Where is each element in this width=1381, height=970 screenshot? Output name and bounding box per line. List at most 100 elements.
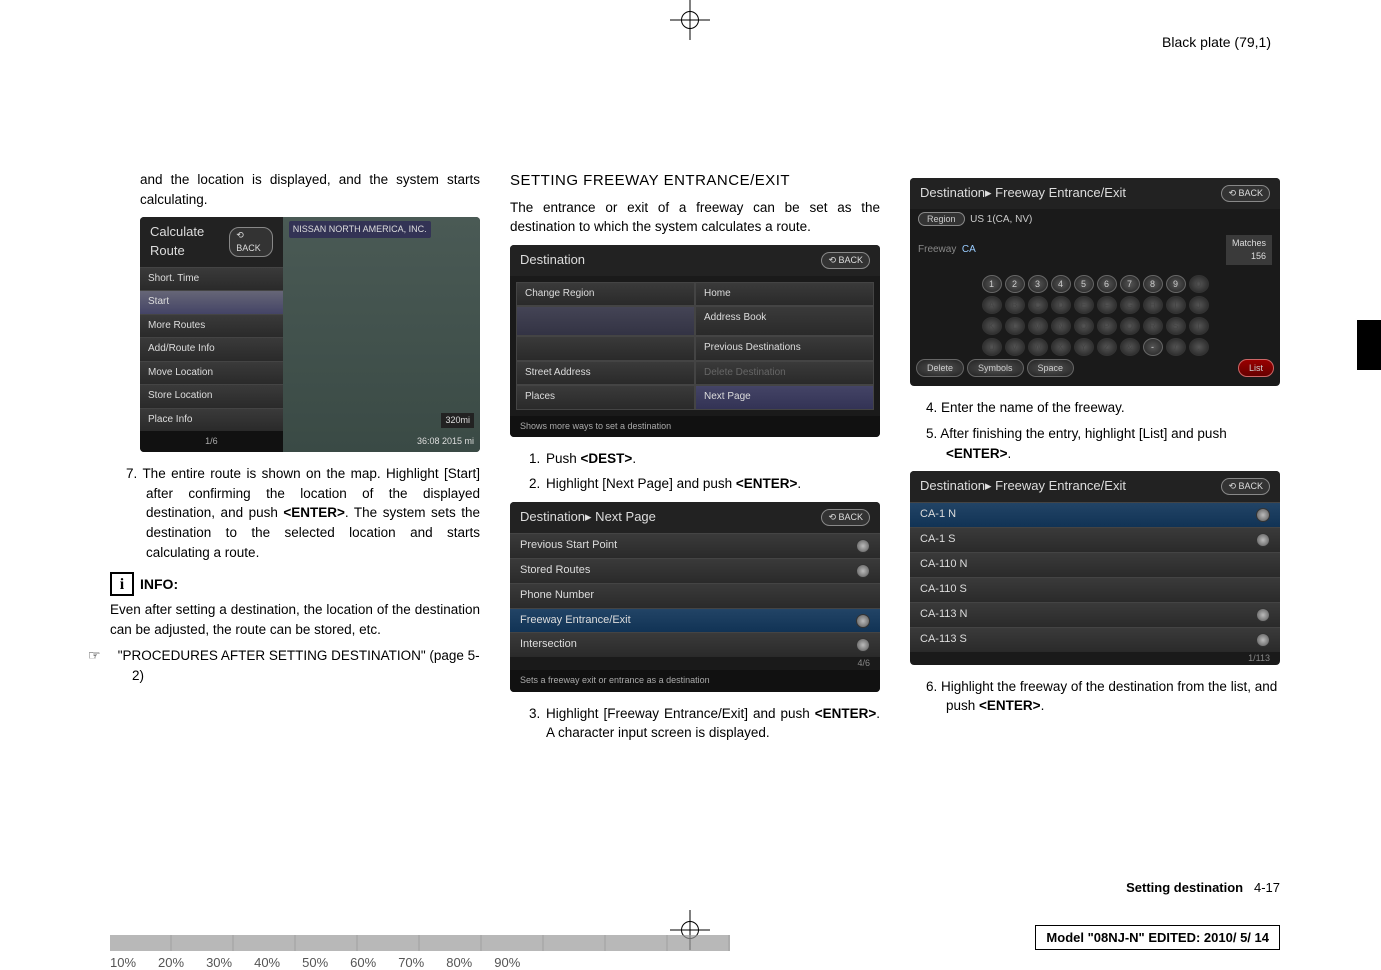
key[interactable]: 5 <box>1074 275 1094 293</box>
step-list: The entire route is shown on the map. Hi… <box>110 464 480 562</box>
nextpage-title: Destination▸ Next Page <box>520 508 656 527</box>
key[interactable]: D <box>1051 296 1071 314</box>
key[interactable]: C <box>1028 296 1048 314</box>
back-button[interactable]: ⟲ BACK <box>1221 185 1270 202</box>
kb-title: Destination▸ Freeway Entrance/Exit <box>920 184 1126 203</box>
key[interactable]: O <box>1074 317 1094 335</box>
key[interactable]: 8 <box>1143 275 1163 293</box>
space-button[interactable]: Space <box>1027 359 1075 377</box>
list-item[interactable]: CA-1 N <box>910 502 1280 527</box>
key[interactable]: 2 <box>1005 275 1025 293</box>
menu-street-address[interactable]: Street Address <box>516 361 695 386</box>
scroll-icon[interactable] <box>856 564 870 578</box>
region-button[interactable]: Region <box>918 212 965 226</box>
key[interactable]: 0 <box>1189 275 1209 293</box>
page-counter: 4/6 <box>510 657 880 670</box>
back-button[interactable]: ⟲ BACK <box>229 227 273 257</box>
registration-mark-top <box>670 0 710 40</box>
key[interactable]: / <box>1166 338 1186 356</box>
key[interactable]: & <box>1120 338 1140 356</box>
list-item[interactable]: Intersection <box>510 632 880 657</box>
calc-item[interactable]: Move Location <box>140 361 283 385</box>
key[interactable]: N <box>1051 317 1071 335</box>
key[interactable]: 9 <box>1166 275 1186 293</box>
key[interactable]: 7 <box>1120 275 1140 293</box>
key[interactable]: G <box>1120 296 1140 314</box>
footer-right: Setting destination 4-17 Model "08NJ-N" … <box>1035 880 1280 950</box>
key[interactable]: W <box>1028 338 1048 356</box>
scroll-down-icon[interactable] <box>1256 633 1270 647</box>
calc-item[interactable]: Place Info <box>140 408 283 432</box>
list-item[interactable]: CA-110 S <box>910 577 1280 602</box>
calc-item[interactable]: More Routes <box>140 314 283 338</box>
key[interactable]: J <box>1189 296 1209 314</box>
scroll-up-icon[interactable] <box>1256 508 1270 522</box>
calc-item[interactable]: Store Location <box>140 384 283 408</box>
key[interactable]: . <box>1189 338 1209 356</box>
col1-intro: and the location is displayed, and the s… <box>110 170 480 209</box>
key[interactable]: M <box>1028 317 1048 335</box>
region-value: US 1(CA, NV) <box>970 214 1032 225</box>
page-number: 4-17 <box>1254 880 1280 895</box>
info-body: Even after setting a destination, the lo… <box>110 600 480 639</box>
key[interactable]: 1 <box>982 275 1002 293</box>
key[interactable]: S <box>1166 317 1186 335</box>
key[interactable]: - <box>1143 338 1163 356</box>
key[interactable]: E <box>1074 296 1094 314</box>
list-item[interactable]: CA-113 S <box>910 627 1280 652</box>
key[interactable]: Y <box>1074 338 1094 356</box>
screenshot-freeway-list: Destination▸ Freeway Entrance/Exit ⟲ BAC… <box>910 471 1280 665</box>
list-button[interactable]: List <box>1238 359 1274 377</box>
back-button[interactable]: ⟲ BACK <box>821 509 870 526</box>
menu-change-region[interactable]: Change Region <box>516 282 695 307</box>
key[interactable]: 6 <box>1097 275 1117 293</box>
list-item-freeway[interactable]: Freeway Entrance/Exit <box>510 608 880 633</box>
back-button[interactable]: ⟲ BACK <box>821 252 870 269</box>
list-item[interactable]: CA-110 N <box>910 552 1280 577</box>
menu-next-page[interactable]: Next Page <box>695 385 874 410</box>
list-item[interactable]: Stored Routes <box>510 558 880 583</box>
key[interactable]: L <box>1005 317 1025 335</box>
list-item[interactable]: CA-113 N <box>910 602 1280 627</box>
key[interactable]: K <box>982 317 1002 335</box>
map-poi-label: NISSAN NORTH AMERICA, INC. <box>289 221 431 238</box>
symbols-button[interactable]: Symbols <box>967 359 1024 377</box>
key[interactable]: F <box>1097 296 1117 314</box>
scroll-icon[interactable] <box>1256 533 1270 547</box>
list-item[interactable]: Previous Start Point <box>510 533 880 558</box>
key[interactable]: U <box>982 338 1002 356</box>
calc-item-start[interactable]: Start <box>140 290 283 314</box>
back-button[interactable]: ⟲ BACK <box>1221 478 1270 495</box>
model-edited: Model "08NJ-N" EDITED: 2010/ 5/ 14 <box>1035 925 1280 950</box>
key[interactable]: R <box>1143 317 1163 335</box>
menu-address-book[interactable]: Address Book <box>695 306 874 336</box>
key[interactable]: T <box>1189 317 1209 335</box>
key[interactable]: A <box>982 296 1002 314</box>
menu-places[interactable]: Places <box>516 385 695 410</box>
list-item[interactable]: CA-1 S <box>910 527 1280 552</box>
key[interactable]: I <box>1166 296 1186 314</box>
keyboard: 1234567890 ABCDEFGHIJ KLMNOPQRST UVWXYZ&… <box>910 269 1280 386</box>
scroll-down-icon[interactable] <box>856 638 870 652</box>
key[interactable]: X <box>1051 338 1071 356</box>
key[interactable]: V <box>1005 338 1025 356</box>
scroll-icon[interactable] <box>856 614 870 628</box>
calc-item[interactable]: Short. Time <box>140 267 283 291</box>
scroll-up-icon[interactable] <box>856 539 870 553</box>
scroll-icon[interactable] <box>1256 608 1270 622</box>
key[interactable]: H <box>1143 296 1163 314</box>
step-2: Highlight [Next Page] and push <ENTER>. <box>544 474 880 494</box>
key[interactable]: Q <box>1120 317 1140 335</box>
key[interactable]: 4 <box>1051 275 1071 293</box>
key[interactable]: 3 <box>1028 275 1048 293</box>
key[interactable]: Z <box>1097 338 1117 356</box>
delete-button[interactable]: Delete <box>916 359 964 377</box>
key[interactable]: B <box>1005 296 1025 314</box>
key[interactable]: P <box>1097 317 1117 335</box>
menu-home[interactable]: Home <box>695 282 874 307</box>
step-4: Enter the name of the freeway. <box>944 398 1280 418</box>
calc-item[interactable]: Add/Route Info <box>140 337 283 361</box>
list-item[interactable]: Phone Number <box>510 583 880 608</box>
screenshot-next-page: Destination▸ Next Page ⟲ BACK Previous S… <box>510 502 880 692</box>
menu-prev-dest[interactable]: Previous Destinations <box>695 336 874 361</box>
